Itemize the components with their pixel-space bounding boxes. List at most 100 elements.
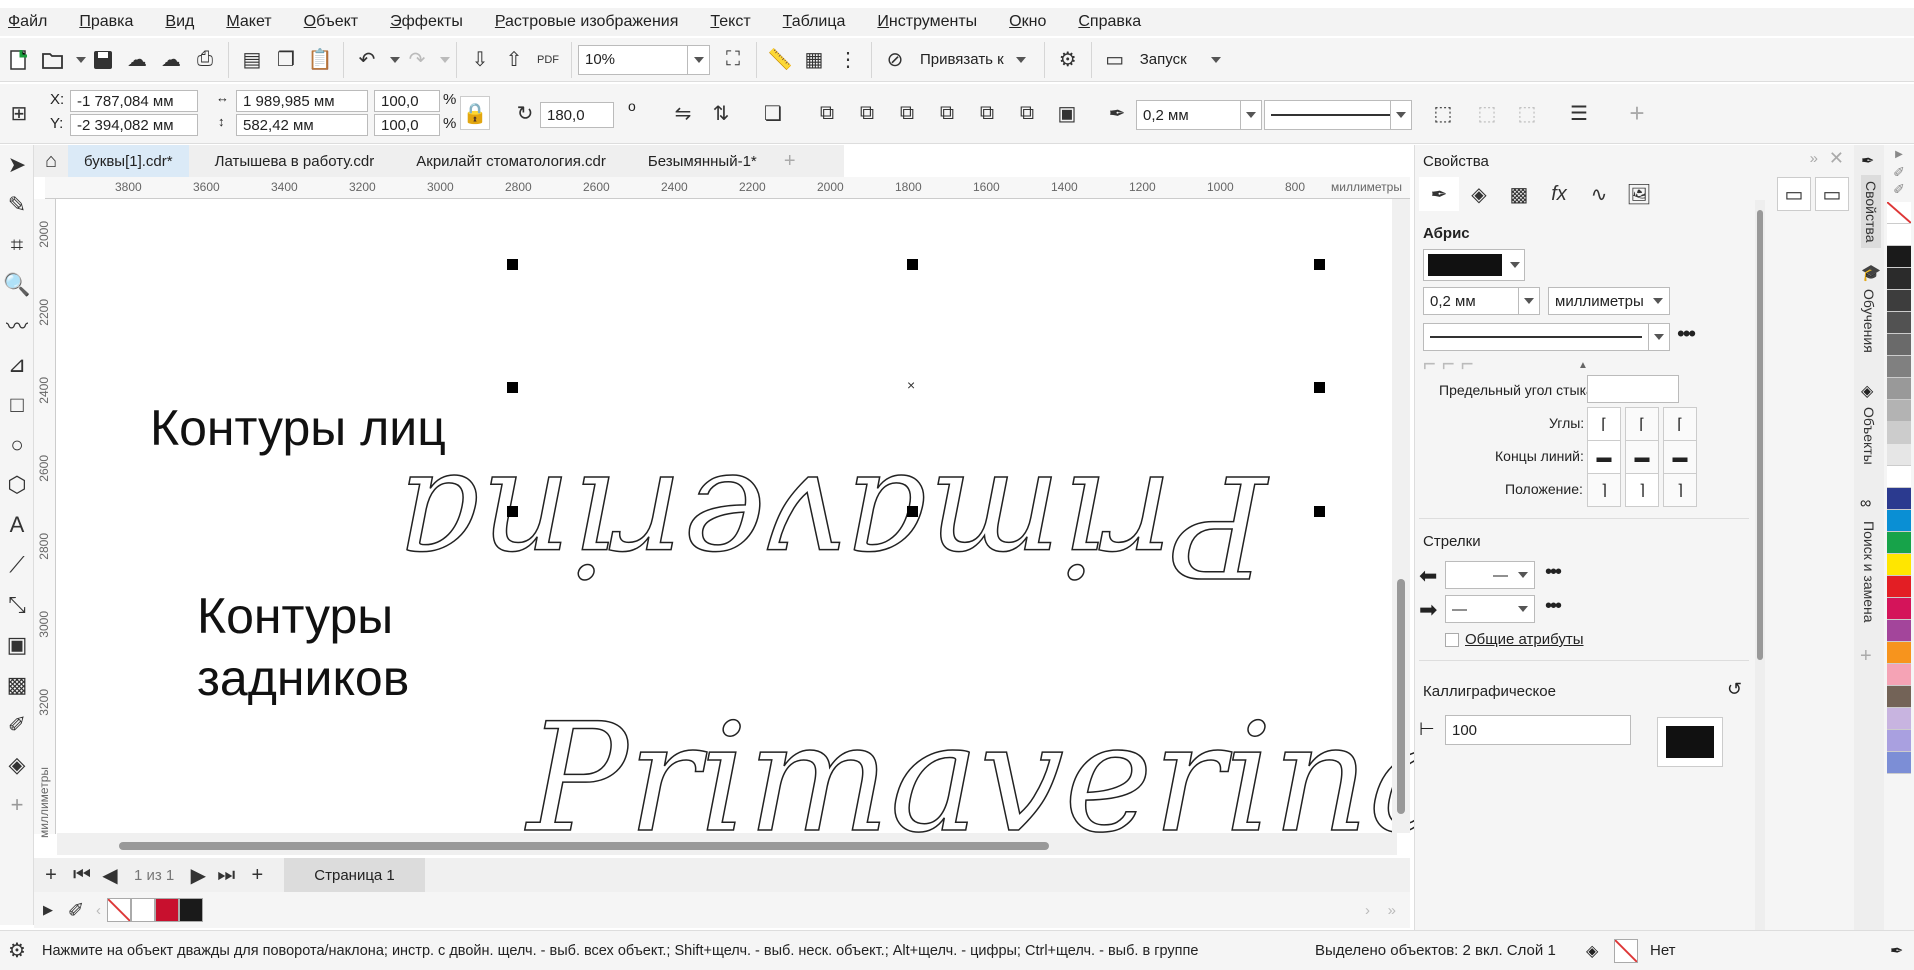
redo-icon[interactable]: ↷ <box>400 43 434 77</box>
zoom-field[interactable]: 10% <box>578 44 688 75</box>
menu-object[interactable]: Объект <box>304 13 375 31</box>
selection-handle[interactable] <box>1314 506 1325 517</box>
lock-ratio-icon[interactable]: 🔒 <box>460 96 490 130</box>
curve-tab-icon[interactable]: ∿ <box>1579 177 1619 211</box>
menu-view[interactable]: Вид <box>165 13 210 31</box>
object-view-icon[interactable]: ▭ <box>1815 177 1849 211</box>
prev-page-icon[interactable]: ◀ <box>96 858 124 892</box>
selection-handle[interactable] <box>1314 259 1325 270</box>
page-tab-1[interactable]: Страница 1 <box>284 858 425 892</box>
y-position-field[interactable]: -2 394,082 мм <box>70 114 198 136</box>
guidelines-icon[interactable]: ⋮ <box>831 43 865 77</box>
selection-handle[interactable] <box>507 259 518 270</box>
start-arrow-more-icon[interactable]: ••• <box>1545 561 1562 584</box>
ellipse-tool-icon[interactable]: ○ <box>0 425 34 465</box>
palette-swatch[interactable] <box>1887 598 1911 620</box>
start-arrow-select[interactable]: — <box>1445 561 1535 589</box>
launch-icon[interactable]: ▭ <box>1098 43 1132 77</box>
palette-swatch[interactable] <box>1887 686 1911 708</box>
crop-tool-icon[interactable]: ⌗ <box>0 225 34 265</box>
next-page-icon[interactable]: ▶ <box>184 858 212 892</box>
palette-swatch[interactable] <box>1887 466 1911 488</box>
tab-objects[interactable]: Объекты <box>1861 407 1877 465</box>
selection-handle[interactable] <box>907 506 918 517</box>
front-minus-back-icon[interactable]: ⧉ <box>970 96 1004 130</box>
x-position-field[interactable]: -1 787,084 мм <box>70 90 198 112</box>
menu-bitmaps[interactable]: Растровые изображения <box>495 13 695 31</box>
dimension-tool-icon[interactable]: ⟋ <box>0 545 34 585</box>
transparency-tab-icon[interactable]: ▩ <box>1499 177 1539 211</box>
tab-find-replace[interactable]: Поиск и замена <box>1861 521 1877 623</box>
zoom-dropdown-icon[interactable] <box>688 44 710 75</box>
cloud-download-icon[interactable]: ☁ <box>120 43 154 77</box>
group-icon[interactable]: ⬚ <box>1426 96 1460 130</box>
open-dropdown-icon[interactable] <box>76 56 86 63</box>
cloud-upload-icon[interactable]: ☁ <box>154 43 188 77</box>
corner-miter-icon[interactable]: ⌈ <box>1587 407 1621 441</box>
panel-collapse-icon[interactable]: » <box>1810 150 1818 167</box>
effects-tab-icon[interactable]: fx <box>1539 177 1579 211</box>
binoculars-icon[interactable]: ∞ <box>1860 495 1871 513</box>
palette-swatch[interactable] <box>1887 378 1911 400</box>
pen-icon[interactable]: ✒ <box>1100 96 1134 130</box>
palette-end-icon[interactable]: » <box>1388 902 1396 919</box>
polygon-tool-icon[interactable]: ⬡ <box>0 465 34 505</box>
ungroup-icon[interactable]: ⬚ <box>1470 96 1504 130</box>
status-gear-icon[interactable]: ⚙ <box>0 934 34 968</box>
palette-swatch[interactable] <box>1887 642 1911 664</box>
menu-edit[interactable]: Правка <box>79 13 149 31</box>
position-outside-icon[interactable]: ⌉ <box>1587 473 1621 507</box>
height-field[interactable]: 582,42 мм <box>236 114 368 136</box>
palette-swatch[interactable] <box>1887 752 1911 774</box>
grid-icon[interactable]: ▦ <box>797 43 831 77</box>
palette-up-icon[interactable]: ▶ <box>1884 145 1914 164</box>
position-center-icon[interactable]: ⌉ <box>1625 473 1659 507</box>
paste-icon[interactable]: 📋 <box>303 43 337 77</box>
launch-dropdown-icon[interactable] <box>1210 56 1221 63</box>
pdf-icon[interactable]: PDF <box>531 43 565 77</box>
palette-swatch[interactable] <box>1887 532 1911 554</box>
ungroup-all-icon[interactable]: ⬚ <box>1510 96 1544 130</box>
new-tab-icon[interactable]: + <box>773 145 807 177</box>
script-text-mirrored[interactable]: Primaverina <box>397 442 1268 607</box>
export-icon[interactable]: ⇧ <box>497 43 531 77</box>
tab-bukvy[interactable]: буквы[1].cdr* <box>68 145 189 177</box>
outline-width-field[interactable]: 0,2 мм <box>1136 100 1242 130</box>
zoom-tool-icon[interactable]: 🔍 <box>0 265 34 305</box>
panel-close-icon[interactable]: ✕ <box>1829 148 1844 169</box>
undo-dropdown-icon[interactable] <box>390 56 400 63</box>
cap-round-icon[interactable]: ▬ <box>1625 440 1659 474</box>
panel-line-style-field[interactable] <box>1423 323 1649 351</box>
menu-help[interactable]: Справка <box>1078 13 1157 31</box>
palette-eyedropper-icon[interactable]: ✐ <box>62 893 90 927</box>
objects-icon[interactable]: ◈ <box>1861 381 1873 401</box>
panel-width-dropdown-icon[interactable] <box>1518 287 1540 315</box>
rectangle-tool-icon[interactable]: □ <box>0 385 34 425</box>
text-tool-icon[interactable]: A <box>0 505 34 545</box>
palette-right-icon[interactable]: › <box>1365 902 1370 919</box>
palette-swatch[interactable] <box>1887 334 1911 356</box>
end-arrow-more-icon[interactable]: ••• <box>1545 595 1562 618</box>
mirror-v-icon[interactable]: ⇅ <box>704 96 738 130</box>
home-icon[interactable]: ⌂ <box>34 145 68 177</box>
drop-shadow-icon[interactable]: ▣ <box>0 625 34 665</box>
tab-properties[interactable]: Свойства <box>1861 175 1881 249</box>
label-backs-1[interactable]: Контуры <box>197 587 393 645</box>
palette-swatch[interactable] <box>1887 730 1911 752</box>
print-icon[interactable]: ⎙ <box>188 43 222 77</box>
palette-expand-icon[interactable]: ▶ <box>34 893 62 927</box>
menu-file[interactable]: Файл <box>8 13 63 31</box>
palette-swatch[interactable] <box>1887 312 1911 334</box>
open-folder-icon[interactable] <box>36 43 70 77</box>
corner-round-icon[interactable]: ⌈ <box>1625 407 1659 441</box>
add-page-after-icon[interactable]: + <box>240 858 274 892</box>
snap-off-icon[interactable]: ⊘ <box>878 43 912 77</box>
palette-swatch[interactable] <box>1887 444 1911 466</box>
launch-label[interactable]: Запуск <box>1140 51 1187 68</box>
weld-icon[interactable]: ⧉ <box>810 96 844 130</box>
outline-docker-icon[interactable]: ✒ <box>1861 151 1874 171</box>
stretch-field[interactable]: 100 <box>1445 715 1631 745</box>
redo-dropdown-icon[interactable] <box>440 56 450 63</box>
end-arrow-select[interactable]: — <box>1445 595 1535 623</box>
menu-tools[interactable]: Инструменты <box>877 13 993 31</box>
